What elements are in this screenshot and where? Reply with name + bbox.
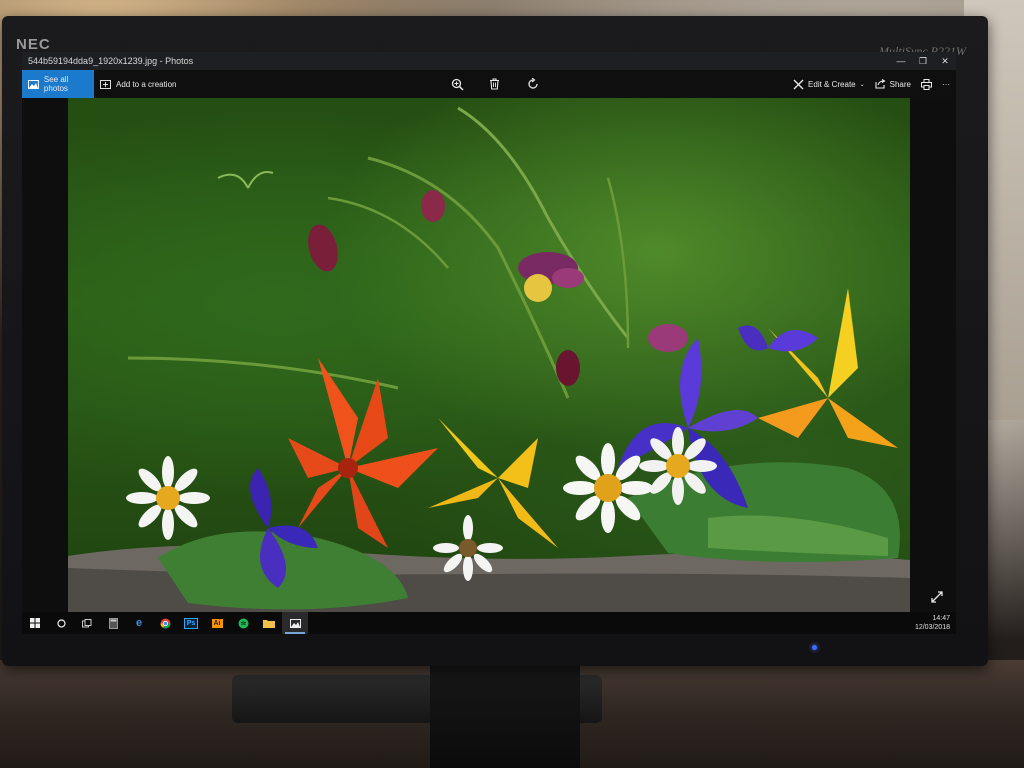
- print-icon: [921, 78, 932, 90]
- windows-taskbar: e Ps Ai 14:47 12/03/2018: [22, 612, 956, 634]
- photoshop-icon[interactable]: Ps: [178, 612, 204, 634]
- chrome-icon[interactable]: [152, 612, 178, 634]
- monitor-brand: NEC: [16, 36, 51, 53]
- more-icon: ···: [942, 79, 950, 89]
- share-label: Share: [889, 79, 911, 89]
- edit-create-button[interactable]: Edit & Create ⌄: [793, 79, 865, 90]
- fullscreen-icon[interactable]: [930, 590, 944, 604]
- daisy: [126, 456, 210, 540]
- illustrator-icon[interactable]: Ai: [204, 612, 230, 634]
- edge-icon[interactable]: e: [126, 612, 152, 634]
- spotify-icon[interactable]: [230, 612, 256, 634]
- windows-start-icon[interactable]: [22, 612, 48, 634]
- screen: 544b59194dda9_1920x1239.jpg - Photos — ❐…: [22, 52, 956, 634]
- photos-icon[interactable]: [282, 612, 308, 634]
- more-options-button[interactable]: ···: [942, 80, 950, 89]
- window-titlebar: 544b59194dda9_1920x1239.jpg - Photos — ❐…: [22, 52, 956, 70]
- system-clock[interactable]: 14:47 12/03/2018: [915, 614, 950, 632]
- clock-time: 14:47: [932, 615, 950, 622]
- flower-bouquet-photo: [68, 106, 910, 612]
- power-led: [812, 645, 817, 650]
- photo-collection-icon: [28, 79, 39, 89]
- window-title: 544b59194dda9_1920x1239.jpg - Photos: [28, 56, 194, 66]
- photo-viewer[interactable]: [68, 98, 910, 612]
- add-creation-icon: [100, 79, 111, 89]
- clock-date: 12/03/2018: [914, 624, 950, 631]
- cortana-icon[interactable]: [48, 612, 74, 634]
- add-to-creation-button[interactable]: Add to a creation: [100, 70, 176, 98]
- right-toolbar: Edit & Create ⌄ Share ···: [793, 70, 950, 98]
- delete-icon[interactable]: [485, 75, 503, 93]
- minimize-button[interactable]: —: [890, 52, 912, 70]
- close-button[interactable]: ✕: [934, 52, 956, 70]
- zoom-icon[interactable]: [448, 75, 466, 93]
- see-all-photos-button[interactable]: See all photos: [22, 70, 94, 98]
- task-view-icon[interactable]: [74, 612, 100, 634]
- rotate-icon[interactable]: [524, 75, 542, 93]
- edit-create-label: Edit & Create: [808, 79, 856, 89]
- add-to-creation-label: Add to a creation: [116, 79, 177, 89]
- see-all-photos-label: See all photos: [43, 75, 69, 93]
- file-explorer-icon[interactable]: [256, 612, 282, 634]
- chevron-down-icon: ⌄: [859, 81, 865, 88]
- print-button[interactable]: [921, 78, 932, 90]
- share-icon: [875, 79, 886, 89]
- calculator-icon[interactable]: [100, 612, 126, 634]
- photos-toolbar: See all photos Add to a creation Edit & …: [22, 70, 956, 98]
- maximize-button[interactable]: ❐: [912, 52, 934, 70]
- edit-tools-icon: [793, 79, 804, 89]
- share-button[interactable]: Share: [875, 79, 911, 89]
